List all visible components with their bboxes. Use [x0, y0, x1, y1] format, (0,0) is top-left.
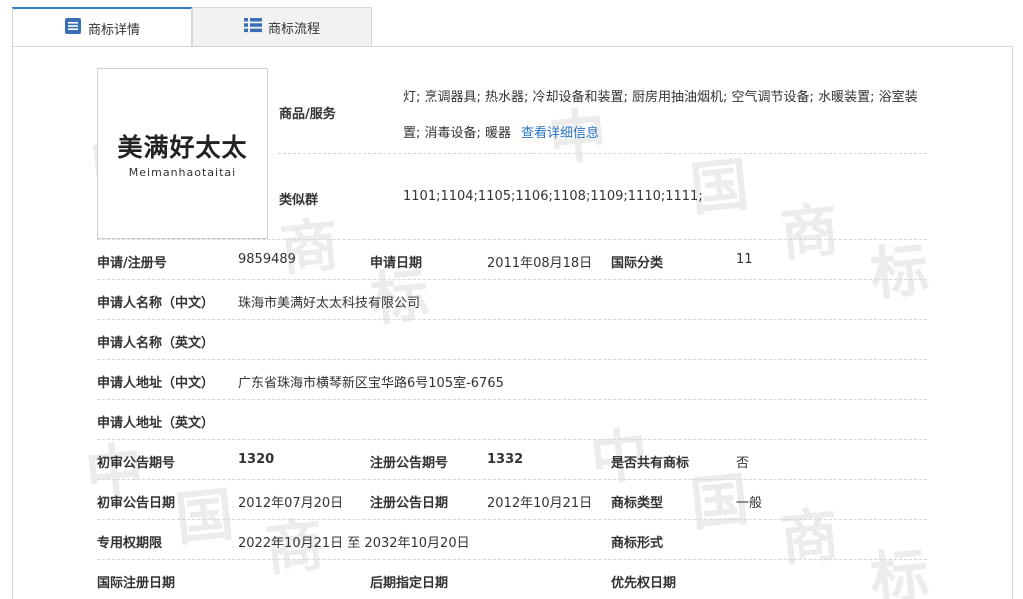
- prelim-date-label: 初审公告日期: [97, 496, 176, 511]
- logo-chinese-text: 美满好太太: [117, 133, 248, 162]
- term-label: 专用权期限: [97, 536, 163, 551]
- row-divider: [97, 519, 927, 520]
- address-cn-value: 广东省珠海市横琴新区宝华路6号105室-6765: [238, 376, 504, 391]
- row-divider: [97, 399, 927, 400]
- reg-date-value: 2012年10月21日: [487, 496, 593, 511]
- document-list-icon: [64, 17, 82, 39]
- shared-value: 否: [736, 456, 750, 471]
- tab-bar: 商标详情 商标流程: [12, 7, 1013, 47]
- reg-no-label: 申请/注册号: [97, 256, 167, 271]
- tab-label: 商标详情: [87, 22, 140, 38]
- row-divider: [97, 239, 927, 240]
- priority-date-label: 优先权日期: [611, 576, 677, 591]
- goods-services-value: 灯; 烹调器具; 热水器; 冷却设备和装置; 厨房用抽油烟机; 空气调节设备; …: [403, 80, 928, 152]
- applicant-en-label: 申请人名称（英文）: [97, 336, 215, 351]
- similar-group-label: 类似群: [279, 193, 319, 208]
- prelim-issue-value: 1320: [238, 452, 275, 467]
- similar-group-value: 1101;1104;1105;1106;1108;1109;1110;1111;: [403, 189, 703, 204]
- tm-type-value: 一般: [736, 496, 763, 511]
- reg-no-value: 9859489: [238, 252, 296, 267]
- prelim-issue-label: 初审公告期号: [97, 456, 176, 471]
- row-divider: [97, 479, 927, 480]
- shared-label: 是否共有商标: [611, 456, 690, 471]
- view-details-link[interactable]: 查看详细信息: [521, 126, 599, 141]
- trademark-logo-image: 美满好太太 Meimanhaotaitai: [97, 68, 268, 239]
- reg-issue-value: 1332: [487, 452, 524, 467]
- row-divider: [97, 359, 927, 360]
- apply-date-value: 2011年08月18日: [487, 256, 593, 271]
- row-divider: [278, 153, 927, 154]
- intl-class-label: 国际分类: [611, 256, 664, 271]
- intl-reg-date-label: 国际注册日期: [97, 576, 176, 591]
- reg-date-label: 注册公告日期: [370, 496, 449, 511]
- tab-trademark-details[interactable]: 商标详情: [12, 7, 192, 47]
- tab-label: 商标流程: [267, 21, 320, 37]
- address-en-label: 申请人地址（英文）: [97, 416, 215, 431]
- reg-issue-label: 注册公告期号: [370, 456, 449, 471]
- applicant-cn-value: 珠海市美满好太太科技有限公司: [238, 296, 421, 311]
- apply-date-label: 申请日期: [370, 256, 423, 271]
- later-date-label: 后期指定日期: [370, 576, 449, 591]
- prelim-date-value: 2012年07月20日: [238, 496, 344, 511]
- goods-services-text: 灯; 烹调器具; 热水器; 冷却设备和装置; 厨房用抽油烟机; 空气调节设备; …: [403, 90, 918, 141]
- term-value: 2022年10月21日 至 2032年10月20日: [238, 536, 470, 551]
- goods-services-label: 商品/服务: [279, 107, 336, 122]
- logo-english-text: Meimanhaotaitai: [128, 166, 237, 179]
- intl-class-value: 11: [736, 252, 753, 267]
- applicant-cn-label: 申请人名称（中文）: [97, 296, 215, 311]
- row-divider: [97, 439, 927, 440]
- tm-form-label: 商标形式: [611, 536, 664, 551]
- row-divider: [97, 559, 927, 560]
- tm-type-label: 商标类型: [611, 496, 664, 511]
- row-divider: [97, 319, 927, 320]
- tab-trademark-process[interactable]: 商标流程: [192, 7, 372, 47]
- address-cn-label: 申请人地址（中文）: [97, 376, 215, 391]
- grid-list-icon: [243, 17, 262, 37]
- row-divider: [97, 279, 927, 280]
